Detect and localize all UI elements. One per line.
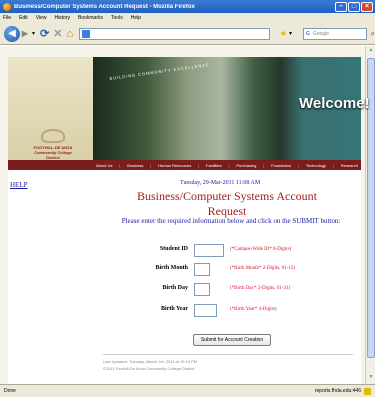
menu-bookmarks[interactable]: Bookmarks	[78, 15, 103, 21]
welcome-text: Welcome!	[299, 95, 370, 112]
student-id-hint: (*Campus-Wide ID* 8-Digits)	[230, 247, 292, 252]
url-dropdown-icon[interactable]: ▾	[289, 30, 292, 37]
form-instructions: Please enter the required information be…	[121, 217, 341, 225]
home-icon[interactable]: ⌂	[66, 28, 73, 40]
url-bar[interactable]	[79, 27, 270, 40]
logo-icon	[41, 129, 65, 143]
bookmark-star-icon[interactable]: ★	[280, 29, 287, 38]
birth-month-row: Birth Month (*Birth Month* 2-Digits, 01-…	[130, 263, 355, 277]
birth-year-hint: (*Birth Year* 4-Digits)	[230, 307, 277, 312]
birth-day-label: Birth Day	[162, 285, 189, 291]
nav-foundation[interactable]: Foundation	[271, 163, 291, 168]
window-title: Business/Computer Systems Account Reques…	[14, 3, 195, 10]
birth-year-input[interactable]	[194, 304, 217, 317]
nav-human-resources[interactable]: Human Resources	[158, 163, 191, 168]
birth-day-hint: (*Birth Day* 2-Digits, 01-31)	[230, 286, 290, 291]
minimize-button[interactable]: –	[335, 1, 347, 12]
google-icon: G	[305, 30, 310, 37]
current-date: Tuesday, 29-Mar-2011 11:08 AM	[180, 180, 261, 186]
firefox-icon	[3, 2, 11, 11]
student-id-input[interactable]	[194, 244, 224, 257]
menu-help[interactable]: Help	[131, 15, 141, 21]
birth-year-row: Birth Year (*Birth Year* 4-Digits)	[130, 304, 355, 318]
scroll-up-icon[interactable]: ▲	[367, 47, 375, 55]
top-navigation: About Us | Business | Human Resources | Fac…	[93, 160, 361, 170]
nav-facilities[interactable]: Facilities	[206, 163, 222, 168]
search-input[interactable]: G Google	[302, 27, 367, 40]
birth-year-label: Birth Year	[161, 306, 188, 312]
birth-day-row: Birth Day (*Birth Day* 2-Digits, 01-31)	[130, 283, 355, 297]
birth-month-label: Birth Month	[155, 265, 188, 271]
close-button[interactable]: ×	[361, 1, 373, 12]
last-updated: Last Updated: Tuesday, March 1st, 2011 a…	[103, 359, 198, 364]
help-link[interactable]: HELP	[10, 181, 28, 189]
nav-about-us[interactable]: About Us	[96, 163, 112, 168]
left-header-panel: FOOTHILL-DE ANZA Community College Distr…	[8, 57, 93, 160]
menu-view[interactable]: View	[36, 15, 47, 21]
history-dropdown-icon[interactable]: ▾	[32, 30, 35, 37]
menu-edit[interactable]: Edit	[19, 15, 28, 21]
menu-file[interactable]: File	[3, 15, 11, 21]
nav-technology[interactable]: Technology	[306, 163, 326, 168]
page-footer: Last Updated: Tuesday, March 1st, 2011 a…	[103, 354, 353, 372]
menu-tools[interactable]: Tools	[111, 15, 123, 21]
district-logo: FOOTHILL-DE ANZA Community College Distr…	[28, 129, 78, 160]
status-text: Done	[4, 388, 16, 394]
status-bar: Done reports.fhda.edu:446	[0, 384, 375, 397]
window-titlebar: Business/Computer Systems Account Reques…	[0, 0, 375, 13]
page-title: Business/Computer Systems Account Reques…	[137, 189, 317, 218]
reload-icon[interactable]: ⟳	[40, 27, 49, 40]
submit-button[interactable]: Submit for Account Creation	[193, 334, 271, 346]
birth-month-input[interactable]	[194, 263, 210, 276]
header-photo: BUILDING COMMUNITY EXCELLENCE Welcome!	[93, 57, 370, 160]
scroll-down-icon[interactable]: ▼	[367, 374, 375, 382]
back-button[interactable]: ◀	[4, 25, 20, 42]
logo-line2: Community College District	[34, 150, 72, 160]
navigation-toolbar: ◀ ▶ ▾ ⟳ ✕ ⌂ ★ ▾ G Google ⌕	[0, 23, 375, 45]
search-icon[interactable]: ⌕	[371, 29, 375, 39]
student-id-row: Student ID (*Campus-Wide ID* 8-Digits)	[130, 244, 355, 258]
header-tagline: BUILDING COMMUNITY EXCELLENCE	[109, 61, 211, 82]
nav-purchasing[interactable]: Purchasing	[236, 163, 256, 168]
stop-icon[interactable]: ✕	[53, 27, 62, 40]
forward-icon[interactable]: ▶	[22, 29, 28, 38]
search-placeholder: Google	[312, 30, 329, 37]
menu-bar: File Edit View History Bookmarks Tools H…	[0, 13, 375, 23]
nav-research[interactable]: Research	[341, 163, 358, 168]
maximize-button[interactable]: □	[348, 1, 360, 12]
copyright: ©2011 Foothill-De Anza Community College…	[103, 366, 195, 371]
birth-day-input[interactable]	[194, 283, 210, 296]
status-url: reports.fhda.edu:446	[314, 388, 361, 394]
nav-business[interactable]: Business	[127, 163, 143, 168]
birth-month-hint: (*Birth Month* 2-Digits, 01-12)	[230, 266, 295, 271]
lock-icon[interactable]	[364, 387, 371, 395]
site-favicon	[82, 29, 91, 38]
left-nav-strip	[8, 160, 93, 170]
menu-history[interactable]: History	[54, 15, 70, 21]
student-id-label: Student ID	[159, 246, 188, 252]
